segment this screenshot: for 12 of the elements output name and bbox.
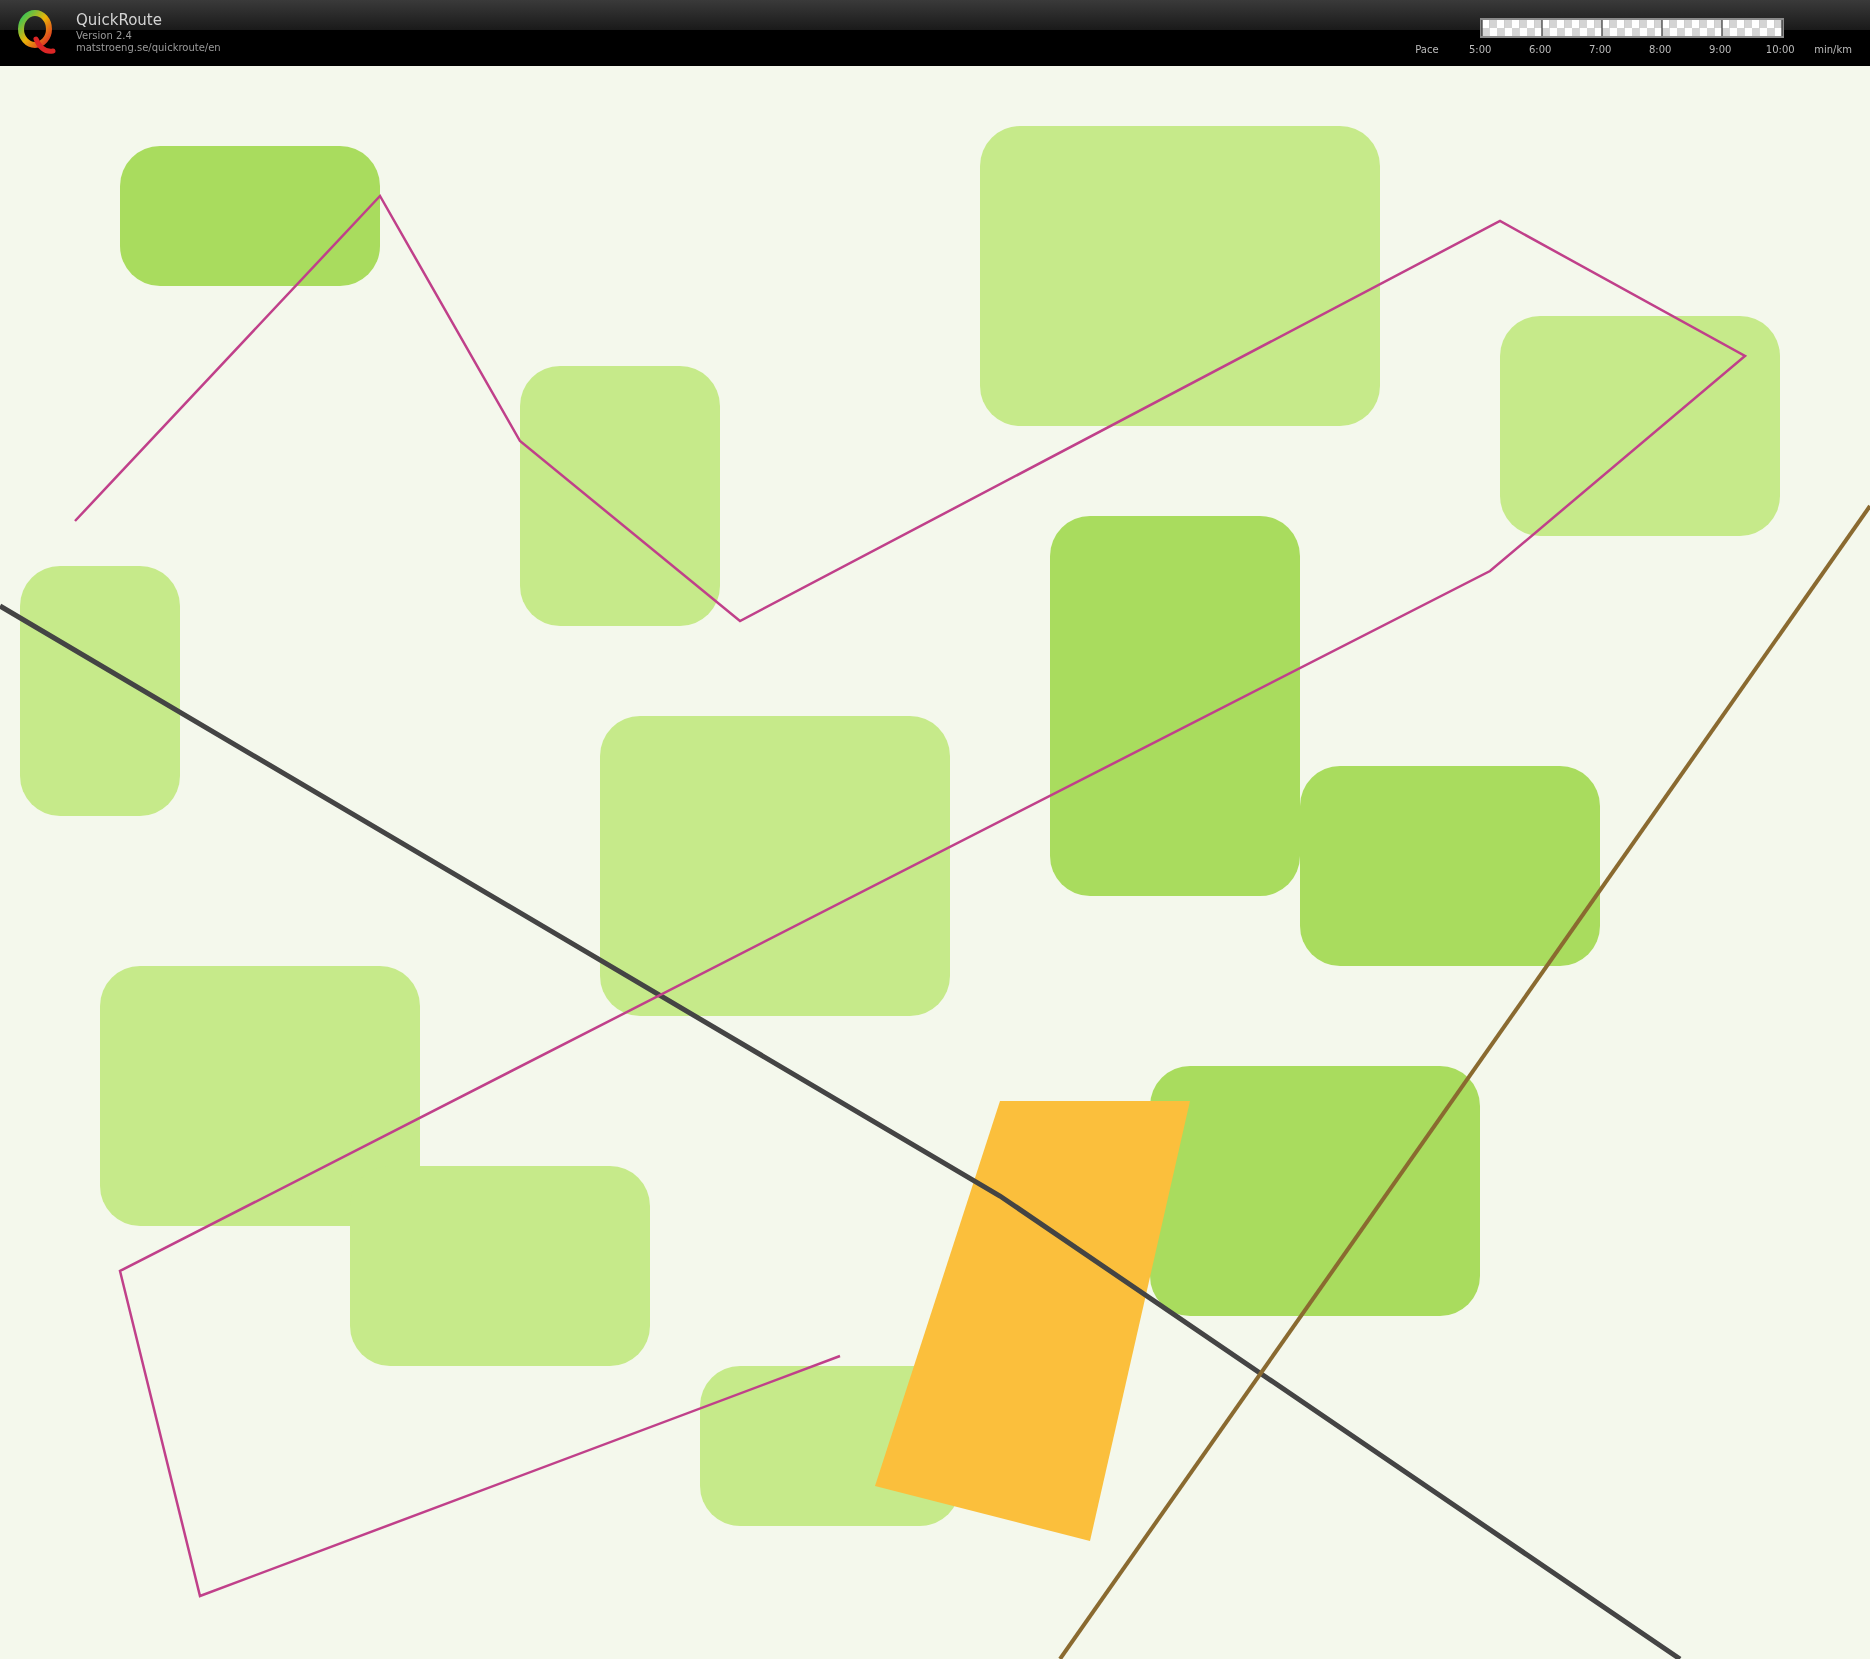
- pace-tick-label: 8:00: [1648, 43, 1673, 57]
- website-link[interactable]: matstroeng.se/quickroute/en: [76, 42, 221, 55]
- pace-tick-label: 10:00: [1764, 43, 1796, 57]
- pace-tick-label: 7:00: [1588, 43, 1613, 57]
- pace-unit: min/km: [1813, 43, 1852, 57]
- pace-tick-label: 5:00: [1468, 43, 1493, 57]
- pace-tick-label: 6:00: [1528, 43, 1553, 57]
- app-title: QuickRoute: [76, 11, 163, 30]
- version-text: Version 2.4: [76, 29, 133, 43]
- q-logo-icon: [16, 9, 56, 57]
- pace-tick-label: 9:00: [1708, 43, 1733, 57]
- pace-label: Pace: [1415, 43, 1440, 57]
